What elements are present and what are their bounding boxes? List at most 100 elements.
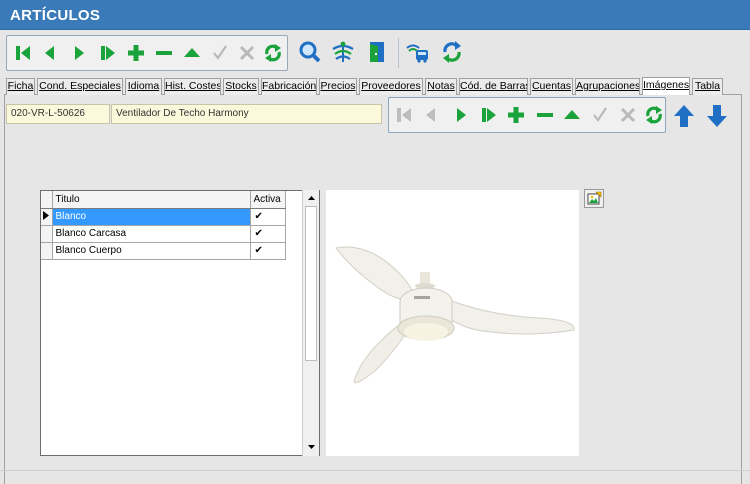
column-header-activa[interactable]: Activa xyxy=(250,191,286,209)
first-record-button[interactable] xyxy=(10,40,36,66)
scrollbar-thumb[interactable] xyxy=(305,206,317,361)
main-toolbar xyxy=(6,35,288,71)
tab-label: Fabricación xyxy=(262,80,317,92)
sync-button[interactable] xyxy=(439,39,465,65)
tab-imagenes[interactable]: Imágenes xyxy=(642,77,690,95)
images-grid[interactable]: Titulo Activa Blanco ✔ Blanco Carcasa ✔ … xyxy=(40,190,320,456)
next-icon xyxy=(457,108,466,122)
transport-icon xyxy=(406,44,428,63)
cell-activa-checkbox[interactable]: ✔ xyxy=(250,208,286,226)
row-indicator xyxy=(41,225,53,243)
confirm-icon xyxy=(593,107,607,122)
search-icon xyxy=(299,41,321,63)
sync-icon xyxy=(443,41,461,63)
arrow-down-icon xyxy=(707,105,727,127)
tab-label: Idioma xyxy=(127,80,160,92)
tab-cod-barras[interactable]: Cód. de Barras xyxy=(459,78,528,95)
cancel-button[interactable] xyxy=(234,40,260,66)
article-description-field[interactable]: Ventilador De Techo Harmony xyxy=(111,104,382,124)
current-row-icon xyxy=(43,210,50,220)
add-icon xyxy=(508,107,524,123)
image-first-button[interactable] xyxy=(391,102,417,128)
confirm-icon xyxy=(213,45,227,60)
next-record-button[interactable] xyxy=(66,40,92,66)
edit-record-button[interactable] xyxy=(179,40,205,66)
status-divider xyxy=(0,470,750,471)
grid-header-row: Titulo Activa xyxy=(41,191,286,209)
tab-cond-especiales[interactable]: Cond. Especiales xyxy=(37,78,123,95)
search-button[interactable] xyxy=(297,39,323,65)
column-header-titulo[interactable]: Titulo xyxy=(52,191,251,209)
article-code-field[interactable]: 020-VR-L-50626 xyxy=(6,104,110,124)
table-row[interactable]: Blanco ✔ xyxy=(41,208,286,226)
image-next-button[interactable] xyxy=(448,102,474,128)
prev-icon xyxy=(45,46,54,60)
exit-button[interactable] xyxy=(364,39,390,65)
scroll-up-arrow[interactable] xyxy=(303,190,320,205)
transport-button[interactable] xyxy=(405,39,431,65)
tab-stocks[interactable]: Stocks xyxy=(223,78,259,95)
tab-label: Ficha xyxy=(7,80,34,92)
tab-notas[interactable]: Notas xyxy=(425,78,457,95)
image-refresh-button[interactable] xyxy=(641,102,667,128)
tab-label: Notas xyxy=(427,80,455,92)
delete-record-button[interactable] xyxy=(151,40,177,66)
edit-icon xyxy=(564,110,580,119)
last-record-button[interactable] xyxy=(95,40,121,66)
table-row[interactable]: Blanco Cuerpo ✔ xyxy=(41,242,286,260)
tab-strip: Ficha Cond. Especiales Idioma Hist. Cost… xyxy=(6,77,746,95)
delete-icon xyxy=(537,113,553,117)
tab-fabricacion[interactable]: Fabricación xyxy=(261,78,317,95)
move-down-button[interactable] xyxy=(704,103,730,129)
cell-titulo[interactable]: Blanco xyxy=(52,208,251,226)
grid-vertical-scrollbar[interactable] xyxy=(302,190,319,456)
toolbar-separator xyxy=(398,38,399,68)
tree-icon xyxy=(332,41,354,62)
table-row[interactable]: Blanco Carcasa ✔ xyxy=(41,225,286,243)
image-last-button[interactable] xyxy=(476,102,502,128)
cell-titulo[interactable]: Blanco Cuerpo xyxy=(52,242,251,260)
tab-proveedores[interactable]: Proveedores xyxy=(359,78,423,95)
tab-tabla[interactable]: Tabla xyxy=(692,78,723,95)
refresh-icon xyxy=(265,44,281,62)
image-prev-button[interactable] xyxy=(418,102,444,128)
image-confirm-button[interactable] xyxy=(587,102,613,128)
tab-agrupaciones[interactable]: Agrupaciones xyxy=(575,78,640,95)
tab-cuentas[interactable]: Cuentas xyxy=(530,78,573,95)
tab-label: Stocks xyxy=(225,80,257,92)
tab-precios[interactable]: Precios xyxy=(319,78,357,95)
last-icon xyxy=(101,46,115,60)
image-preview xyxy=(326,190,579,456)
prev-icon xyxy=(426,108,435,122)
tab-label: Precios xyxy=(320,80,356,92)
tab-idioma[interactable]: Idioma xyxy=(125,78,162,95)
move-up-button[interactable] xyxy=(671,103,697,129)
cell-activa-checkbox[interactable]: ✔ xyxy=(250,225,286,243)
tab-label: Proveedores xyxy=(361,80,421,92)
edit-icon xyxy=(184,48,200,57)
confirm-button[interactable] xyxy=(207,40,233,66)
tab-label: Cond. Especiales xyxy=(39,80,121,92)
cell-activa-checkbox[interactable]: ✔ xyxy=(250,242,286,260)
refresh-button[interactable] xyxy=(260,40,286,66)
row-indicator xyxy=(41,242,53,260)
add-record-button[interactable] xyxy=(123,40,149,66)
prev-record-button[interactable] xyxy=(37,40,63,66)
tab-ficha[interactable]: Ficha xyxy=(6,78,35,95)
image-edit-button[interactable] xyxy=(559,102,585,128)
tab-label: Hist. Costes xyxy=(165,80,221,92)
tree-button[interactable] xyxy=(330,39,356,65)
load-image-button[interactable] xyxy=(584,189,604,208)
tab-hist-costes[interactable]: Hist. Costes xyxy=(164,78,221,95)
picture-icon xyxy=(587,191,602,204)
image-delete-button[interactable] xyxy=(532,102,558,128)
tab-label: Cód. de Barras xyxy=(460,80,528,92)
image-cancel-button[interactable] xyxy=(615,102,641,128)
scroll-down-arrow[interactable] xyxy=(303,439,320,454)
cell-titulo[interactable]: Blanco Carcasa xyxy=(52,225,251,243)
next-icon xyxy=(75,46,84,60)
image-add-button[interactable] xyxy=(503,102,529,128)
first-icon xyxy=(397,108,411,122)
tab-label: Cuentas xyxy=(531,80,572,92)
first-icon xyxy=(16,46,30,60)
